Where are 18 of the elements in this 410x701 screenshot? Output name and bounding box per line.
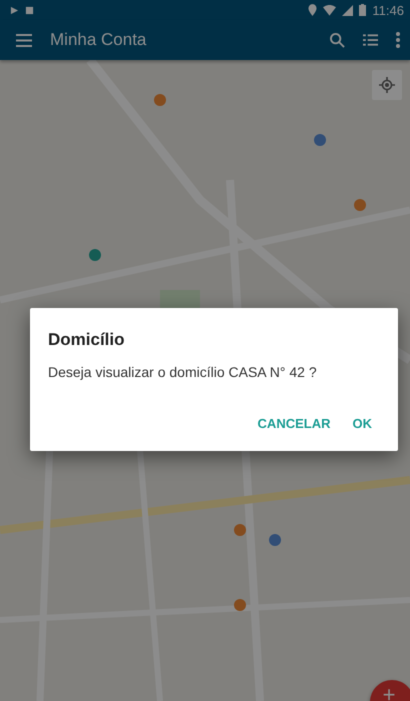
signal-icon <box>342 4 354 16</box>
status-time: 11:46 <box>372 2 404 18</box>
location-icon <box>308 4 318 16</box>
notification-icon <box>25 6 34 14</box>
battery-icon <box>359 4 366 16</box>
search-icon[interactable] <box>330 32 345 48</box>
my-location-button[interactable] <box>372 70 402 100</box>
app-title: Minha Conta <box>50 30 146 50</box>
cancel-button[interactable]: CANCELAR <box>250 410 338 437</box>
more-icon[interactable] <box>396 32 400 48</box>
list-icon[interactable] <box>363 34 378 46</box>
dialog-title: Domicílio <box>48 330 126 350</box>
menu-icon[interactable] <box>16 34 32 46</box>
wifi-icon <box>323 4 336 16</box>
play-icon <box>10 6 19 14</box>
dialog-message: Deseja visualizar o domicílio CASA N° 42 ? <box>48 364 318 380</box>
ok-button[interactable]: OK <box>344 410 380 437</box>
crosshair-icon <box>379 77 395 93</box>
